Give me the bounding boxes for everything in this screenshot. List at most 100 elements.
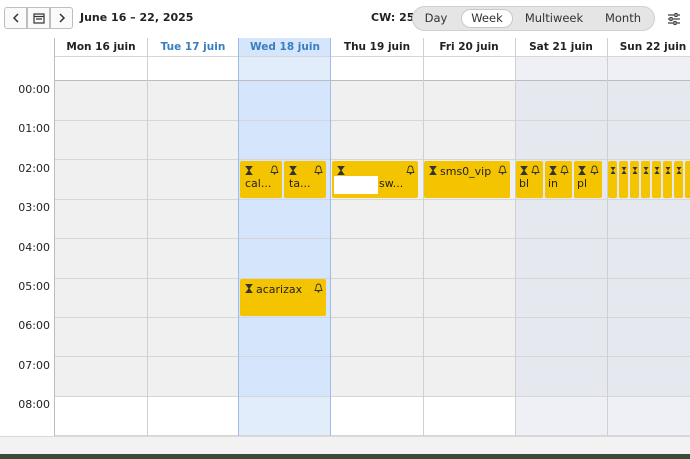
bell-icon	[314, 165, 323, 175]
hour-line	[55, 238, 690, 239]
time-label: 04:00	[18, 241, 50, 254]
day-header-fri[interactable]: Fri 20 juin	[423, 41, 515, 55]
bell-icon	[270, 165, 279, 175]
hourglass-icon	[429, 166, 437, 175]
time-label: 01:00	[18, 122, 50, 135]
hour-line	[55, 317, 690, 318]
hourglass-icon	[632, 167, 638, 174]
desktop-background-strip	[0, 454, 690, 459]
hourglass-icon	[520, 166, 528, 175]
day-divider	[515, 38, 516, 436]
weekend-0800-bg	[515, 396, 690, 436]
day-column-thu[interactable]	[331, 38, 423, 436]
calendar-icon	[32, 13, 45, 24]
chevron-right-icon	[58, 13, 65, 23]
day-view-button[interactable]: Day	[417, 9, 455, 28]
week-view-button[interactable]: Week	[461, 9, 513, 28]
day-divider	[607, 38, 608, 436]
event-title: cal...	[245, 177, 272, 190]
calendar-event[interactable]: pl	[574, 161, 602, 198]
week-grid: Mon 16 juin Tue 17 juin Wed 18 juin Thu …	[0, 38, 690, 436]
today-button[interactable]	[27, 7, 50, 29]
calendar-event[interactable]	[685, 161, 690, 198]
day-header-sun[interactable]: Sun 22 juin	[607, 41, 690, 55]
day-header-wed[interactable]: Wed 18 juin	[239, 41, 331, 55]
multiweek-view-button[interactable]: Multiweek	[521, 9, 587, 28]
wed-allday-bg	[239, 56, 331, 80]
hour-line	[55, 199, 690, 200]
hourglass-icon	[676, 167, 682, 174]
bell-icon	[498, 165, 507, 175]
event-title: pl	[577, 177, 588, 190]
calendar-event[interactable]	[641, 161, 650, 198]
hour-line	[55, 159, 690, 160]
hourglass-icon	[337, 166, 345, 175]
event-title: ta...	[289, 177, 311, 190]
hourglass-icon	[549, 166, 557, 175]
hourglass-icon	[610, 167, 616, 174]
calendar-event[interactable]	[630, 161, 639, 198]
calendar-event[interactable]: sw...	[332, 161, 418, 198]
day-column-sat[interactable]	[515, 38, 607, 436]
day-header-tue[interactable]: Tue 17 juin	[147, 41, 239, 55]
hour-line	[55, 396, 690, 397]
date-range-title: June 16 – 22, 2025	[80, 11, 194, 24]
time-label: 07:00	[18, 359, 50, 372]
month-view-button[interactable]: Month	[595, 9, 651, 28]
event-title: sw...	[379, 177, 404, 190]
bell-icon	[531, 165, 540, 175]
header-divider	[55, 80, 690, 81]
time-label: 08:00	[18, 398, 50, 411]
calendar-event[interactable]: in	[545, 161, 572, 198]
event-title: sms0_vip	[440, 165, 492, 178]
day-column-wed[interactable]	[239, 38, 331, 436]
calendar-event[interactable]	[619, 161, 628, 198]
hourglass-icon	[643, 167, 649, 174]
hourglass-icon	[621, 167, 627, 174]
hourglass-icon	[654, 167, 660, 174]
day-divider	[423, 38, 424, 436]
bell-icon	[406, 165, 415, 175]
time-label: 02:00	[18, 162, 50, 175]
redacted-box	[334, 176, 378, 194]
time-label: 00:00	[18, 83, 50, 96]
allday-divider	[55, 56, 690, 57]
scrollbar-track[interactable]	[0, 436, 690, 455]
calendar-event[interactable]	[608, 161, 617, 198]
calendar-event[interactable]	[663, 161, 672, 198]
calendar-event[interactable]	[652, 161, 661, 198]
day-divider	[147, 38, 148, 436]
event-title: in	[548, 177, 559, 190]
hour-line	[55, 278, 690, 279]
calendar-event[interactable]: acarizax	[240, 279, 326, 316]
calendar-event[interactable]: sms0_vip	[424, 161, 510, 198]
hourglass-icon	[245, 284, 253, 293]
calendar-event[interactable]: cal...	[240, 161, 282, 198]
event-title: bl	[519, 177, 530, 190]
previous-week-button[interactable]	[4, 7, 27, 29]
calendar-event[interactable]: ta...	[284, 161, 326, 198]
calendar-event[interactable]	[674, 161, 683, 198]
settings-sliders-icon[interactable]	[666, 11, 682, 27]
next-week-button[interactable]	[50, 7, 73, 29]
hourglass-icon	[245, 166, 253, 175]
day-header-sat[interactable]: Sat 21 juin	[515, 41, 607, 55]
day-column-sun[interactable]	[607, 38, 690, 436]
calendar-event[interactable]: bl	[516, 161, 543, 198]
hourglass-icon	[665, 167, 671, 174]
time-label: 05:00	[18, 280, 50, 293]
day-column-fri[interactable]	[423, 38, 515, 436]
day-header-mon[interactable]: Mon 16 juin	[55, 41, 147, 55]
day-header-thu[interactable]: Thu 19 juin	[331, 41, 423, 55]
event-title: acarizax	[256, 283, 303, 296]
day-column-tue[interactable]	[147, 38, 239, 436]
calendar-toolbar: June 16 – 22, 2025 CW: 25 Day Week Multi…	[0, 0, 690, 38]
wed-0800-bg	[239, 396, 331, 436]
hourglass-icon	[289, 166, 297, 175]
bell-icon	[560, 165, 569, 175]
day-column-mon[interactable]	[55, 38, 147, 436]
day-divider	[238, 38, 239, 436]
hour-line	[55, 120, 690, 121]
time-label: 03:00	[18, 201, 50, 214]
sat-allday-bg	[515, 56, 607, 80]
